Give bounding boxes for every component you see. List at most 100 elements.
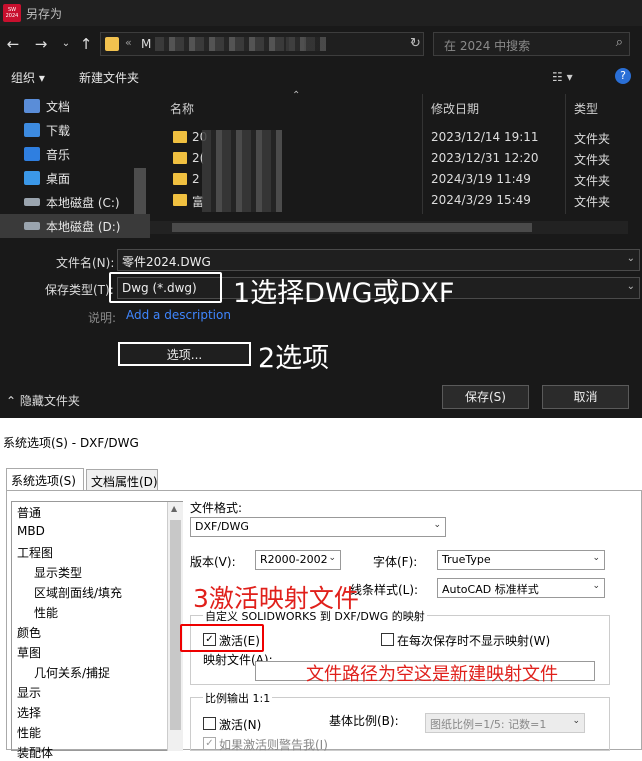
refresh-icon[interactable]: ↻	[410, 36, 421, 51]
file-format-label: 文件格式:	[190, 501, 243, 515]
tree-item[interactable]: 性能	[17, 724, 41, 741]
title-bar: SW 2024 另存为	[0, 0, 642, 26]
breadcrumb-overflow[interactable]: «	[125, 36, 132, 49]
sidebar-item-desktop[interactable]: 桌面	[0, 166, 150, 190]
sidebar-item-downloads[interactable]: 下载	[0, 118, 150, 142]
base-scale-select[interactable]: 图纸比例=1/5: 记数=1 ⌄	[425, 713, 585, 733]
sidebar-item-label: 本地磁盘 (D:)	[46, 219, 121, 234]
file-type: 文件夹	[574, 153, 611, 167]
tree-item[interactable]: 工程图	[17, 544, 53, 561]
tree-item[interactable]: MBD	[17, 524, 45, 538]
tree-item[interactable]: 颜色	[17, 624, 41, 641]
search-input[interactable]: 在 2024 中搜索 ⌕	[433, 32, 630, 56]
font-label: 字体(F):	[373, 555, 418, 569]
address-bar[interactable]: « M ⌄	[100, 32, 424, 56]
new-folder-button[interactable]: 新建文件夹	[79, 69, 139, 86]
folder-icon	[173, 194, 187, 206]
navigation-bar: ← → ⌄ ↑ « M ⌄ ↻ 在 2024 中搜索 ⌕	[0, 30, 642, 58]
desktop-icon	[24, 171, 40, 185]
tree-item[interactable]: 区域剖面线/填充	[34, 584, 122, 601]
forward-arrow-icon[interactable]: →	[31, 34, 51, 54]
save-as-dialog: SW 2024 另存为 ← → ⌄ ↑ « M ⌄ ↻ 在 2024 中搜索 ⌕ …	[0, 0, 642, 418]
navigation-pane: 文档 下载 音乐 桌面 本地磁盘 (C:) 本地磁盘 (D:)	[0, 94, 150, 238]
search-icon: ⌕	[615, 35, 623, 50]
options-tree: 普通 MBD 工程图 显示类型 区域剖面线/填充 性能 颜色 草图 几何关系/捕…	[11, 501, 183, 760]
column-header-type[interactable]: 类型	[574, 100, 598, 117]
annotation-step2: 2选项	[258, 343, 330, 374]
scale-activate-label: 激活(N)	[219, 718, 262, 732]
help-icon[interactable]: ?	[615, 68, 631, 84]
options-panel: 普通 MBD 工程图 显示类型 区域剖面线/填充 性能 颜色 草图 几何关系/捕…	[6, 490, 642, 760]
scroll-up-icon[interactable]: ▲	[171, 504, 177, 513]
tree-item[interactable]: 选择	[17, 704, 41, 721]
up-folder-arrow-icon[interactable]: ↑	[76, 34, 96, 54]
base-scale-value: 图纸比例=1/5: 记数=1	[430, 718, 547, 731]
drive-icon	[24, 198, 40, 206]
horizontal-scrollbar[interactable]	[150, 221, 628, 234]
font-select[interactable]: TrueType ⌄	[437, 550, 605, 570]
folder-icon	[173, 173, 187, 185]
system-options-dialog: 系统选项(S) - DXF/DWG 系统选项(S) 文档属性(D) 普通 MBD…	[0, 418, 642, 760]
linestyle-select[interactable]: AutoCAD 标准样式 ⌄	[437, 578, 605, 598]
add-description-link[interactable]: Add a description	[126, 308, 231, 322]
annotation-note: 文件路径为空这是新建映射文件	[306, 664, 558, 685]
scrollbar-thumb[interactable]	[172, 223, 532, 232]
save-button[interactable]: 保存(S)	[442, 385, 529, 409]
file-type: 文件夹	[574, 174, 611, 188]
warn-checkbox[interactable]: ✓	[203, 737, 216, 750]
column-header-name[interactable]: 名称	[170, 100, 194, 117]
hide-folders-toggle[interactable]: ⌃ 隐藏文件夹	[6, 392, 80, 409]
tree-item[interactable]: 普通	[17, 504, 41, 521]
sidebar-scrollbar[interactable]	[134, 168, 146, 214]
cancel-button[interactable]: 取消	[542, 385, 629, 409]
recent-locations-chevron-icon[interactable]: ⌄	[56, 34, 76, 54]
tree-item[interactable]: 显示	[17, 684, 41, 701]
version-label: 版本(V):	[190, 555, 236, 569]
view-options-icon[interactable]: ☷ ▾	[552, 70, 573, 84]
tab-system-options[interactable]: 系统选项(S)	[6, 468, 84, 491]
sidebar-item-documents[interactable]: 文档	[0, 94, 150, 118]
sidebar-item-label: 文档	[46, 99, 71, 114]
chevron-down-icon: ⌄	[592, 553, 600, 563]
documents-icon	[24, 99, 40, 113]
tree-item[interactable]: 显示类型	[34, 564, 82, 581]
tree-item[interactable]: 装配体	[17, 744, 53, 761]
blurred-path	[155, 37, 305, 51]
chevron-down-icon: ⌄	[328, 553, 336, 563]
file-list: ⌃ 名称 修改日期 类型 20 2023/12/14 19:11 文件夹 2( …	[150, 90, 642, 218]
file-date: 2024/3/29 15:49	[431, 193, 531, 207]
solidworks-logo-icon: SW 2024	[3, 4, 21, 22]
version-select[interactable]: R2000-2002 ⌄	[255, 550, 341, 570]
chevron-down-icon[interactable]: ⌄	[627, 281, 635, 292]
sidebar-item-label: 本地磁盘 (C:)	[46, 195, 120, 210]
description-label: 说明:	[88, 311, 117, 325]
tree-item[interactable]: 草图	[17, 644, 41, 661]
tree-item[interactable]: 性能	[34, 604, 58, 621]
sidebar-item-label: 音乐	[46, 147, 71, 162]
file-date: 2023/12/31 12:20	[431, 151, 539, 165]
highlight-box-filetype	[109, 272, 222, 303]
folder-icon	[173, 131, 187, 143]
sidebar-item-music[interactable]: 音乐	[0, 142, 150, 166]
tab-document-properties[interactable]: 文档属性(D)	[86, 469, 158, 491]
file-type: 文件夹	[574, 195, 611, 209]
sidebar-item-drive-c[interactable]: 本地磁盘 (C:)	[0, 190, 150, 214]
chevron-down-icon[interactable]: ⌄	[627, 253, 635, 264]
drive-icon	[24, 222, 40, 230]
filename-field[interactable]: 零件2024.DWG ⌄	[117, 249, 640, 271]
file-name: 2	[192, 172, 200, 186]
toolbar: 组织 ▾ 新建文件夹 ☷ ▾ ?	[0, 66, 642, 88]
no-show-mapping-checkbox[interactable]	[381, 633, 394, 646]
tree-item[interactable]: 几何关系/捕捉	[34, 664, 110, 681]
back-arrow-icon[interactable]: ←	[3, 34, 23, 54]
organize-button[interactable]: 组织 ▾	[11, 69, 45, 86]
blurred-file-names	[202, 130, 282, 212]
scale-activate-checkbox[interactable]	[203, 717, 216, 730]
sidebar-item-drive-d[interactable]: 本地磁盘 (D:)	[0, 214, 150, 238]
column-header-date[interactable]: 修改日期	[431, 100, 479, 117]
sort-ascending-icon: ⌃	[292, 90, 301, 101]
no-show-mapping-label: 在每次保存时不显示映射(W)	[397, 634, 551, 648]
options-button[interactable]: 选项...	[118, 342, 251, 366]
file-format-select[interactable]: DXF/DWG ⌄	[190, 517, 446, 537]
dialog-title: 另存为	[26, 6, 63, 21]
